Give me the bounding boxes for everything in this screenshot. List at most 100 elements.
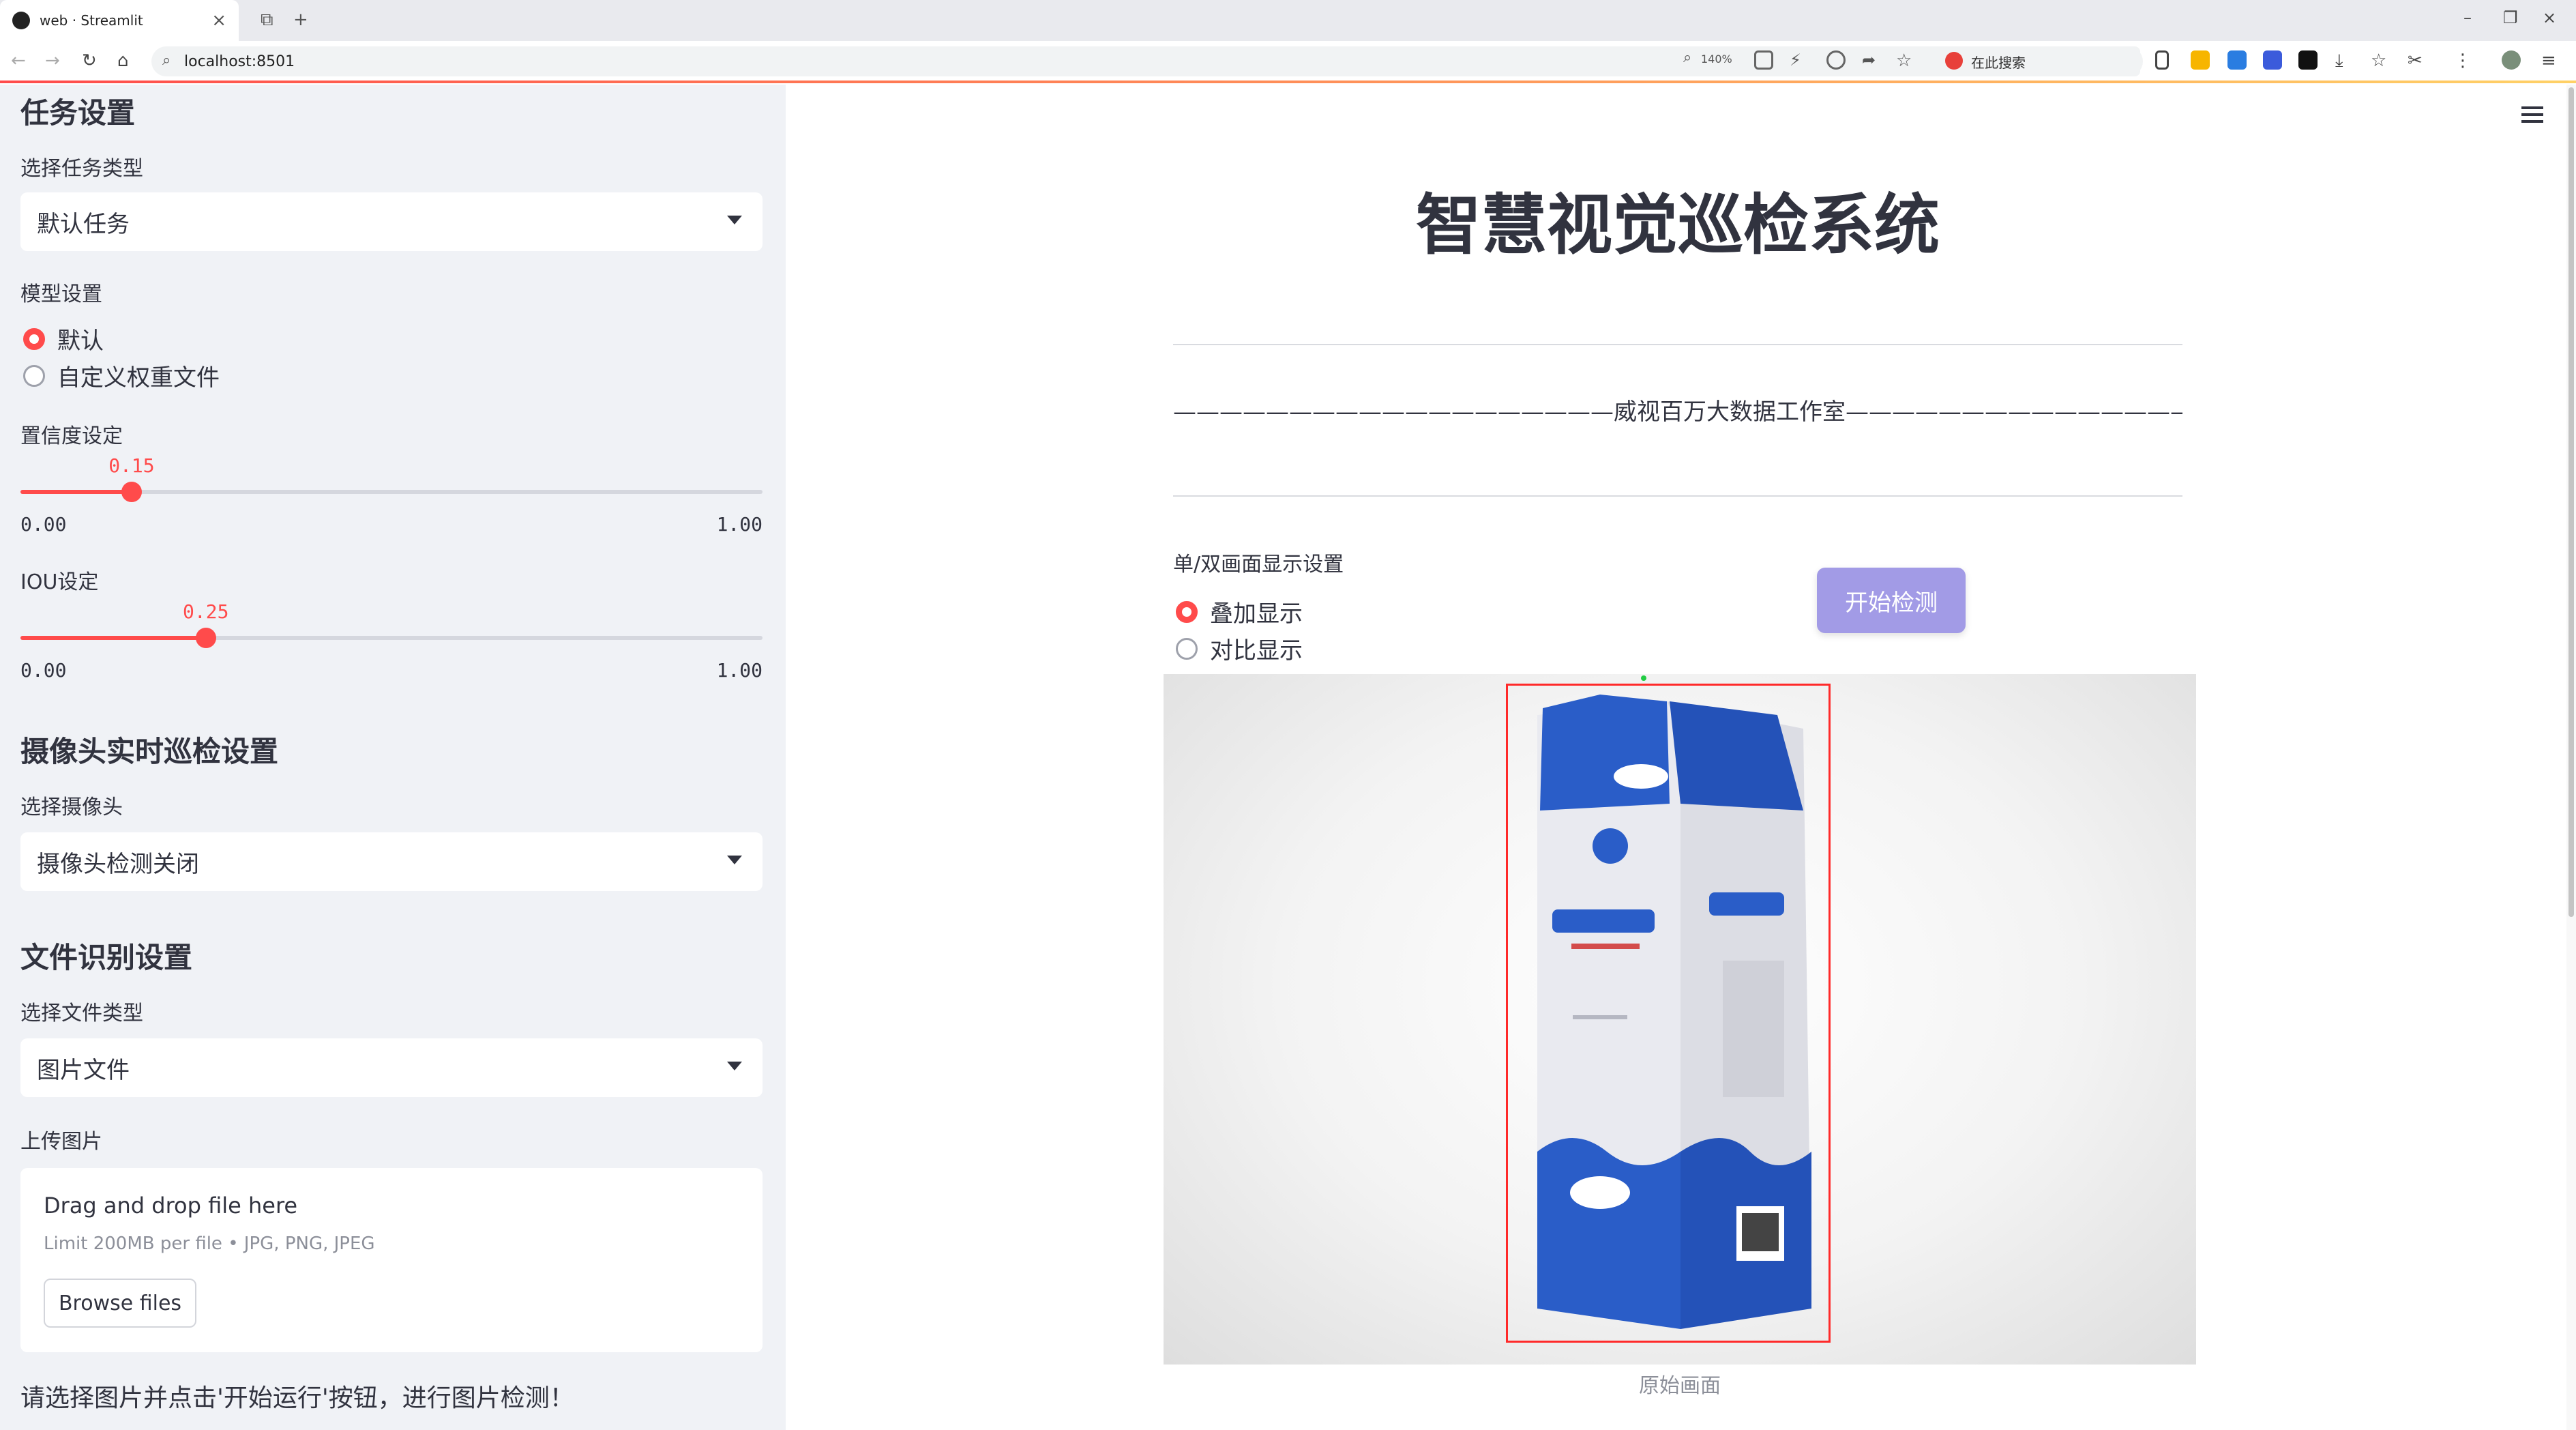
model-radio-default[interactable]: 默认 [23,322,104,355]
search-placeholder: 在此搜索 [1971,54,2026,71]
radio-label: 对比显示 [1210,637,1303,665]
iou-value: 0.25 [183,600,229,623]
divider [1173,495,2182,497]
task-type-value: 默认任务 [37,210,130,238]
radio-unselected-icon[interactable] [1176,637,1198,660]
lightning-icon[interactable]: ⚡ [1790,50,1809,70]
slider-max-label: 1.00 [716,513,763,536]
camera-label: 选择摄像头 [20,796,123,819]
back-icon[interactable]: ← [11,50,26,71]
browser-menu-icon[interactable]: ≡ [2541,50,2560,71]
slider-fill [20,636,206,640]
camera-value: 摄像头检测关闭 [37,850,199,878]
extension-icon[interactable] [2298,50,2318,70]
image-caption: 原始画面 [1639,1374,1721,1398]
model-radio-custom[interactable]: 自定义权重文件 [23,359,220,392]
extension-icon[interactable] [2191,50,2210,70]
dropzone-title: Drag and drop file here [44,1193,298,1219]
slider-min-label: 0.00 [20,513,67,536]
radio-label: 默认 [57,327,104,355]
scrollbar[interactable] [2566,85,2576,1430]
divider [1173,344,2182,345]
camera-settings-heading: 摄像头实时巡检设置 [20,735,279,768]
file-type-select[interactable]: 图片文件 [20,1038,763,1097]
detection-bounding-box [1506,684,1831,1343]
slider-fill [20,490,132,494]
confidence-slider[interactable] [20,482,763,502]
radio-selected-icon[interactable] [1176,600,1198,623]
screenshot-icon[interactable] [1826,50,1846,70]
chevron-down-icon [727,1062,742,1070]
zoom-level: 140% [1701,53,1732,65]
iou-label: IOU设定 [20,570,99,594]
minimize-icon[interactable]: – [2463,8,2472,27]
share-icon[interactable]: ➦ [1862,50,1881,70]
download-icon[interactable]: ⤓ [2335,50,2354,71]
tab-title: web · Streamlit [40,12,143,29]
more-icon[interactable]: ⋮ [2454,50,2473,71]
file-settings-heading: 文件识别设置 [20,941,193,974]
display-radio-overlay[interactable]: 叠加显示 [1176,595,1303,628]
confidence-value: 0.15 [108,454,155,477]
browser-toolbar: ← → ↻ ⌂ ⌕ localhost:8501 ⌕ 140% ⚡ ➦ ☆ 在此… [0,41,2576,83]
home-icon[interactable]: ⌂ [117,50,129,71]
forward-icon[interactable]: → [45,50,60,71]
slider-max-label: 1.00 [716,659,763,682]
radio-selected-icon[interactable] [23,327,45,350]
browser-tab[interactable]: web · Streamlit × [0,0,239,41]
browse-files-button[interactable]: Browse files [44,1279,196,1328]
model-settings-label: 模型设置 [20,282,102,306]
translate-icon[interactable] [1754,50,1773,70]
confidence-label: 置信度设定 [20,424,123,448]
sidebar-hint: 请选择图片并点击'开始运行'按钮，进行图片检测！ [20,1384,574,1412]
dropzone-limit: Limit 200MB per file • JPG, PNG, JPEG [44,1234,375,1254]
task-type-label: 选择任务类型 [20,157,143,181]
camera-select[interactable]: 摄像头检测关闭 [20,832,763,891]
close-tab-icon[interactable]: × [211,10,226,31]
reading-mode-icon[interactable] [2155,50,2169,70]
task-type-select[interactable]: 默认任务 [20,192,763,251]
file-type-value: 图片文件 [37,1056,130,1084]
browser-tab-bar: web · Streamlit × ⧉ + – ❐ × [0,0,2576,41]
display-mode-label: 单/双画面显示设置 [1173,553,1344,577]
new-tab-icon[interactable]: + [293,10,308,30]
streamlit-favicon-icon [12,12,30,29]
bookmark-star-icon[interactable]: ☆ [1896,50,1915,71]
radio-label: 叠加显示 [1210,600,1303,628]
restore-icon[interactable]: ❐ [2503,8,2518,27]
radio-unselected-icon[interactable] [23,364,45,387]
chevron-down-icon [727,856,742,864]
cut-icon[interactable]: ✂ [2408,50,2427,71]
detection-image [1164,674,2196,1365]
load-progress-bar [0,81,2576,83]
slider-min-label: 0.00 [20,659,67,682]
iou-slider[interactable] [20,628,763,648]
detection-marker [1641,675,1646,681]
slider-thumb[interactable] [121,482,143,502]
task-settings-heading: 任务设置 [20,96,136,130]
search-icon: ⌕ [162,52,171,69]
tab-list-icon[interactable]: ⧉ [261,10,273,31]
radio-label: 自定义权重文件 [57,364,220,392]
extension-icon[interactable] [2263,50,2282,70]
scrollbar-thumb[interactable] [2568,87,2574,917]
browser-search-box[interactable]: 在此搜索 [1937,46,2140,76]
search-engine-icon [1945,52,1963,70]
avatar[interactable] [2502,50,2521,70]
zoom-icon[interactable]: ⌕ [1683,49,1691,66]
file-dropzone[interactable]: Drag and drop file here Limit 200MB per … [20,1168,763,1352]
sidebar: 任务设置 选择任务类型 默认任务 模型设置 默认 自定义权重文件 置信度设定 0… [0,85,786,1430]
url-text: localhost:8501 [184,53,295,70]
studio-line: ———————————————————威视百万大数据工作室———————————… [1173,398,2182,426]
slider-thumb[interactable] [196,628,216,648]
reload-icon[interactable]: ↻ [82,50,97,71]
favorites-icon[interactable]: ☆ [2371,50,2390,71]
close-window-icon[interactable]: × [2543,8,2556,27]
display-radio-compare[interactable]: 对比显示 [1176,632,1303,665]
upload-label: 上传图片 [20,1130,102,1154]
start-detection-button[interactable]: 开始检测 [1817,568,1966,633]
page-title: 智慧视觉巡检系统 [1416,187,1940,263]
chevron-down-icon [727,216,742,224]
hamburger-menu-icon[interactable] [2521,106,2543,123]
extension-icon[interactable] [2227,50,2247,70]
